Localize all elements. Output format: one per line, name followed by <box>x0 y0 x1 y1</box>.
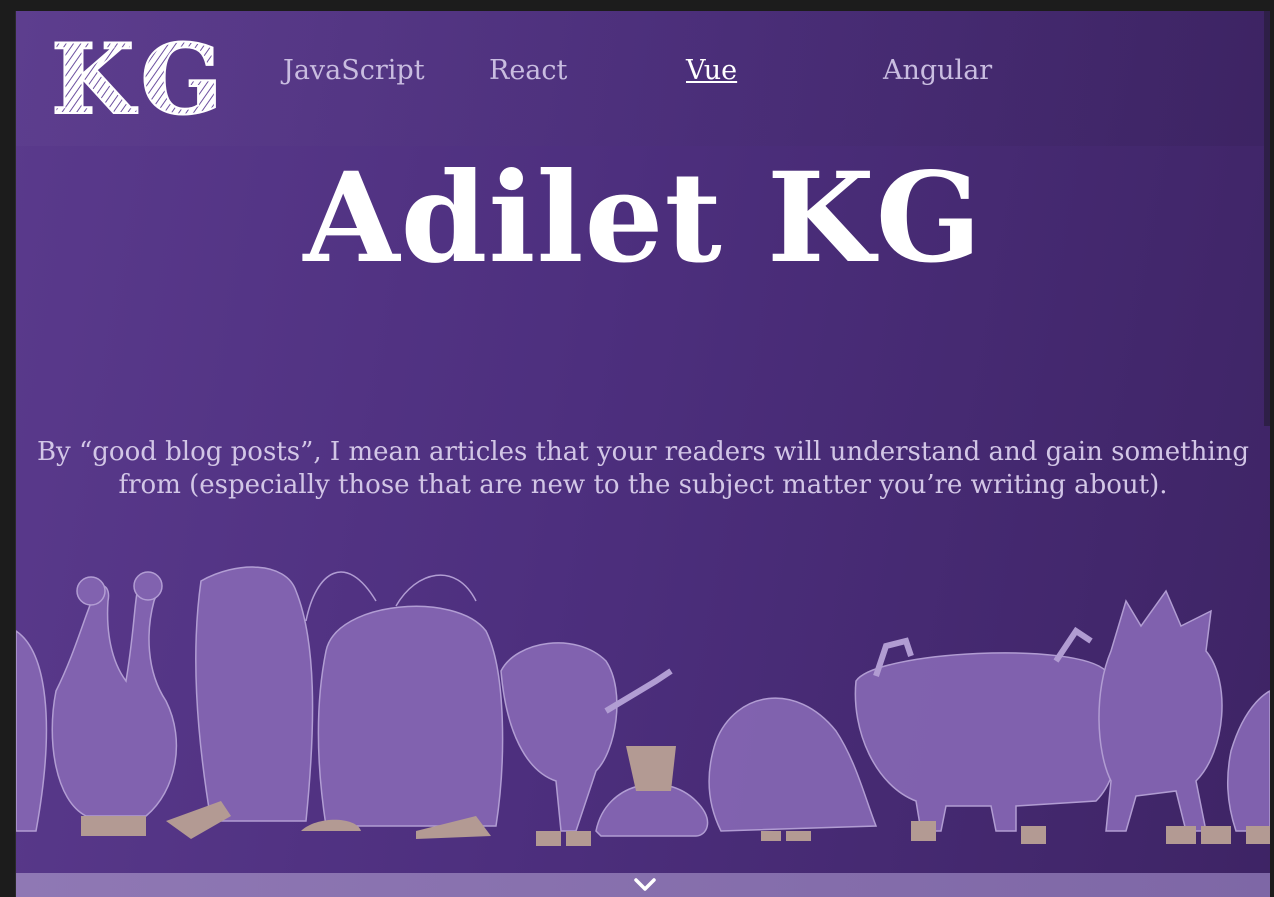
nav-link-javascript[interactable]: JavaScript <box>283 55 425 86</box>
page-title: Adilet KG <box>303 146 983 291</box>
logo[interactable]: KG <box>51 33 233 119</box>
nav-link-react[interactable]: React <box>489 55 567 86</box>
nav-link-vue[interactable]: Vue <box>686 55 737 86</box>
window-top-edge <box>0 0 1274 11</box>
logo-text: KG <box>51 33 228 119</box>
tagline-line-2: from (especially those that are new to t… <box>118 470 1168 500</box>
page-viewport: KG JavaScript React Vue Angular Adilet K… <box>15 11 1270 897</box>
tagline-line-1: By “good blog posts”, I mean articles th… <box>36 437 1250 467</box>
window-left-edge <box>0 11 15 897</box>
chevron-down-icon[interactable] <box>633 876 657 894</box>
tagline: By “good blog posts”, I mean articles th… <box>16 436 1270 502</box>
monsters-illustration <box>16 566 1270 846</box>
nav-link-angular[interactable]: Angular <box>883 55 992 86</box>
site-header: KG JavaScript React Vue Angular <box>16 11 1270 146</box>
